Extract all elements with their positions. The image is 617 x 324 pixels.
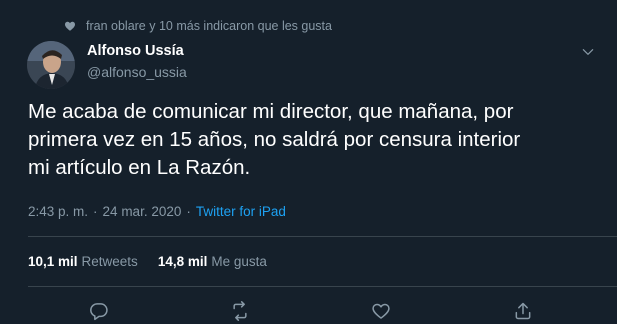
like-button[interactable] xyxy=(370,300,392,322)
tweet-time[interactable]: 2:43 p. m. xyxy=(28,204,88,219)
author-handle[interactable]: @alfonso_ussia xyxy=(87,64,187,80)
likes-label: Me gusta xyxy=(211,254,267,269)
retweets-count: 10,1 mil xyxy=(28,254,78,269)
retweet-icon xyxy=(233,301,247,321)
tweet-text: Me acaba de comunicar mi director, que m… xyxy=(28,100,521,179)
chevron-down-icon xyxy=(582,49,594,55)
likes-stat[interactable]: 14,8 mil Me gusta xyxy=(158,254,267,269)
tweet-source-link[interactable]: Twitter for iPad xyxy=(196,204,286,219)
meta-separator: · xyxy=(186,204,191,219)
share-icon xyxy=(515,302,531,320)
avatar-photo xyxy=(27,41,75,89)
reply-button[interactable] xyxy=(88,300,110,322)
tweet-date[interactable]: 24 mar. 2020 xyxy=(103,204,182,219)
tweet-stats: 10,1 mil Retweets 14,8 mil Me gusta xyxy=(28,254,267,269)
divider xyxy=(28,236,617,237)
retweet-button[interactable] xyxy=(229,300,251,322)
share-button[interactable] xyxy=(512,300,534,322)
retweets-label: Retweets xyxy=(81,254,138,269)
more-options-button[interactable] xyxy=(578,42,598,62)
likes-count: 14,8 mil xyxy=(157,254,208,269)
retweets-stat[interactable]: 10,1 mil Retweets xyxy=(28,254,138,269)
tweet-meta: 2:43 p. m. · 24 mar. 2020 · Twitter for … xyxy=(28,204,286,219)
meta-separator: · xyxy=(93,204,98,219)
author-name[interactable]: Alfonso Ussía xyxy=(87,43,184,59)
divider xyxy=(28,286,617,287)
avatar[interactable] xyxy=(27,41,75,89)
action-bar xyxy=(0,300,617,324)
like-icon xyxy=(372,303,390,319)
heart-icon xyxy=(64,20,76,32)
social-context[interactable]: fran oblare y 10 más indicaron que les g… xyxy=(64,16,332,36)
reply-icon xyxy=(90,303,108,321)
social-context-text: fran oblare y 10 más indicaron que les g… xyxy=(86,19,332,33)
